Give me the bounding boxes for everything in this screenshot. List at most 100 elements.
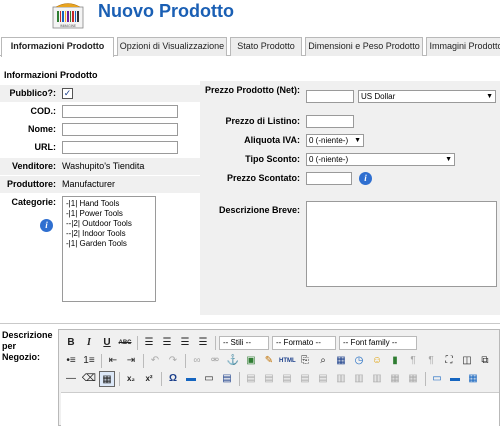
italic-button[interactable]: I [81, 335, 97, 351]
merge-cells-icon[interactable]: ▦ [405, 371, 421, 387]
insert-time-icon[interactable]: ▦ [333, 353, 349, 369]
categories-info-icon[interactable]: i [40, 219, 53, 232]
insert-col-before-icon[interactable]: ▥ [333, 371, 349, 387]
font-family-dropdown[interactable]: -- Font family -- [339, 336, 417, 350]
editor-content-area[interactable] [61, 392, 499, 426]
superscript-icon[interactable]: x² [141, 371, 157, 387]
emoticon-icon[interactable]: ☺ [369, 353, 385, 369]
listino-row: Prezzo di Listino: [200, 112, 500, 131]
align-left-icon[interactable]: ☰ [141, 335, 157, 351]
tab-informazioni-prodotto[interactable]: Informazioni Prodotto [1, 37, 114, 57]
descrizione-breve-textarea[interactable] [306, 201, 497, 287]
media-icon[interactable]: ▮ [387, 353, 403, 369]
insert-row-before-icon[interactable]: ▤ [279, 371, 295, 387]
zoom-icon[interactable]: ⌕ [315, 353, 331, 369]
bold-button[interactable]: B [63, 335, 79, 351]
barcode-logo-icon: IMMAGINE [52, 3, 84, 29]
row-props-icon[interactable]: ▤ [243, 371, 259, 387]
iva-select[interactable]: 0 (-niente-) ▼ [306, 134, 364, 147]
venditore-value: Washupito's Tiendita [62, 161, 145, 171]
fullpage-icon[interactable]: ▭ [429, 371, 445, 387]
template-icon[interactable]: ▦ [465, 371, 481, 387]
visual-aid-icon[interactable]: ▦ [99, 371, 115, 387]
rtl-icon[interactable]: ¶ [423, 353, 439, 369]
rich-text-editor: B I U ABC ☰ ☰ ☰ ☰ -- Stili -- -- Formato… [58, 329, 500, 426]
tab-bar: Informazioni Prodotto Opzioni di Visuali… [0, 37, 500, 57]
cleanup-icon[interactable]: ✎ [261, 353, 277, 369]
html-source-button[interactable]: HTML [279, 353, 296, 369]
list-item[interactable]: -|1| Garden Tools [66, 239, 152, 249]
print-icon[interactable]: ▬ [183, 371, 199, 387]
tab-stato-prodotto[interactable]: Stato Prodotto [230, 37, 302, 56]
remove-format-icon[interactable]: ⌫ [81, 371, 97, 387]
undo-icon[interactable]: ↶ [147, 353, 163, 369]
pubblico-row: Pubblico?: ✓ [0, 85, 200, 102]
table-icon[interactable]: ▤ [219, 371, 235, 387]
align-right-icon[interactable]: ☰ [177, 335, 193, 351]
subscript-icon[interactable]: x₂ [123, 371, 139, 387]
list-item[interactable]: --|2| Indoor Tools [66, 229, 152, 239]
sconto-select[interactable]: 0 (-niente-) ▼ [306, 153, 455, 166]
horizontal-rule-icon[interactable]: — [63, 371, 79, 387]
sconto-label: Tipo Sconto: [245, 154, 300, 164]
insert-col-after-icon[interactable]: ▥ [351, 371, 367, 387]
dropdown-arrow-icon: ▼ [486, 93, 493, 100]
tab-opzioni-visualizzazione[interactable]: Opzioni di Visualizzazione [117, 37, 227, 56]
scontato-input[interactable] [306, 172, 352, 185]
layer-icon[interactable]: ◫ [459, 353, 475, 369]
fullscreen-icon[interactable]: ⛶ [441, 353, 457, 369]
scontato-info-icon[interactable]: i [359, 172, 372, 185]
link-icon[interactable]: ∞ [189, 353, 205, 369]
format-dropdown[interactable]: -- Formato -- [272, 336, 336, 350]
anchor-icon[interactable]: ⚓ [225, 353, 241, 369]
outdent-icon[interactable]: ⇤ [105, 353, 121, 369]
list-item[interactable]: -|1| Power Tools [66, 209, 152, 219]
tab-dimensioni-peso[interactable]: Dimensioni e Peso Prodotto [305, 37, 423, 56]
align-justify-icon[interactable]: ☰ [195, 335, 211, 351]
prezzo-input[interactable] [306, 90, 354, 103]
format-dropdown-label: -- Formato -- [276, 338, 321, 347]
numbered-list-icon[interactable]: 1≡ [81, 353, 97, 369]
bullet-list-icon[interactable]: •≡ [63, 353, 79, 369]
clock-icon[interactable]: ◷ [351, 353, 367, 369]
list-item[interactable]: --|2| Outdoor Tools [66, 219, 152, 229]
toolbar-row-2: •≡ 1≡ ⇤ ⇥ ↶ ↷ ∞ ⚮ ⚓ ▣ ✎ HTML ⎘ ⌕ ▦ ◷ ☺ ▮… [61, 352, 499, 370]
venditore-label: Venditore: [11, 161, 56, 171]
categories-listbox[interactable]: -|1| Hand Tools -|1| Power Tools --|2| O… [62, 196, 156, 302]
nome-input[interactable] [62, 123, 178, 136]
toolbar-separator [119, 372, 120, 386]
produttore-row: Produttore: Manufacturer [0, 176, 200, 193]
cell-props-icon[interactable]: ▤ [261, 371, 277, 387]
prezzo-label: Prezzo Prodotto (Net): [205, 85, 300, 95]
scontato-row: Prezzo Scontato: i [200, 169, 500, 188]
insert-layer-icon[interactable]: ⧉ [477, 353, 493, 369]
currency-select[interactable]: US Dollar ▼ [358, 90, 496, 103]
split-cells-icon[interactable]: ▦ [387, 371, 403, 387]
insert-file-icon[interactable]: ▭ [201, 371, 217, 387]
indent-icon[interactable]: ⇥ [123, 353, 139, 369]
tab-immagini-prodotto[interactable]: Immagini Prodotto [426, 37, 500, 56]
image-icon[interactable]: ▣ [243, 353, 259, 369]
underline-button[interactable]: U [99, 335, 115, 351]
delete-col-icon[interactable]: ▥ [369, 371, 385, 387]
align-center-icon[interactable]: ☰ [159, 335, 175, 351]
url-row: URL: [0, 139, 200, 156]
nome-row: Nome: [0, 121, 200, 138]
cod-input[interactable] [62, 105, 178, 118]
styles-dropdown[interactable]: -- Stili -- [219, 336, 269, 350]
scontato-label: Prezzo Scontato: [226, 173, 300, 183]
insert-date-icon[interactable]: ⎘ [297, 353, 313, 369]
list-item[interactable]: -|1| Hand Tools [66, 199, 152, 209]
special-char-icon[interactable]: Ω [165, 371, 181, 387]
preview-icon[interactable]: ▬ [447, 371, 463, 387]
redo-icon[interactable]: ↷ [165, 353, 181, 369]
delete-row-icon[interactable]: ▤ [315, 371, 331, 387]
pubblico-checkbox[interactable]: ✓ [62, 88, 73, 99]
insert-row-after-icon[interactable]: ▤ [297, 371, 313, 387]
unlink-icon[interactable]: ⚮ [207, 353, 223, 369]
strikethrough-button[interactable]: ABC [117, 335, 133, 351]
ltr-icon[interactable]: ¶ [405, 353, 421, 369]
url-input[interactable] [62, 141, 178, 154]
venditore-row: Venditore: Washupito's Tiendita [0, 158, 200, 175]
listino-input[interactable] [306, 115, 354, 128]
